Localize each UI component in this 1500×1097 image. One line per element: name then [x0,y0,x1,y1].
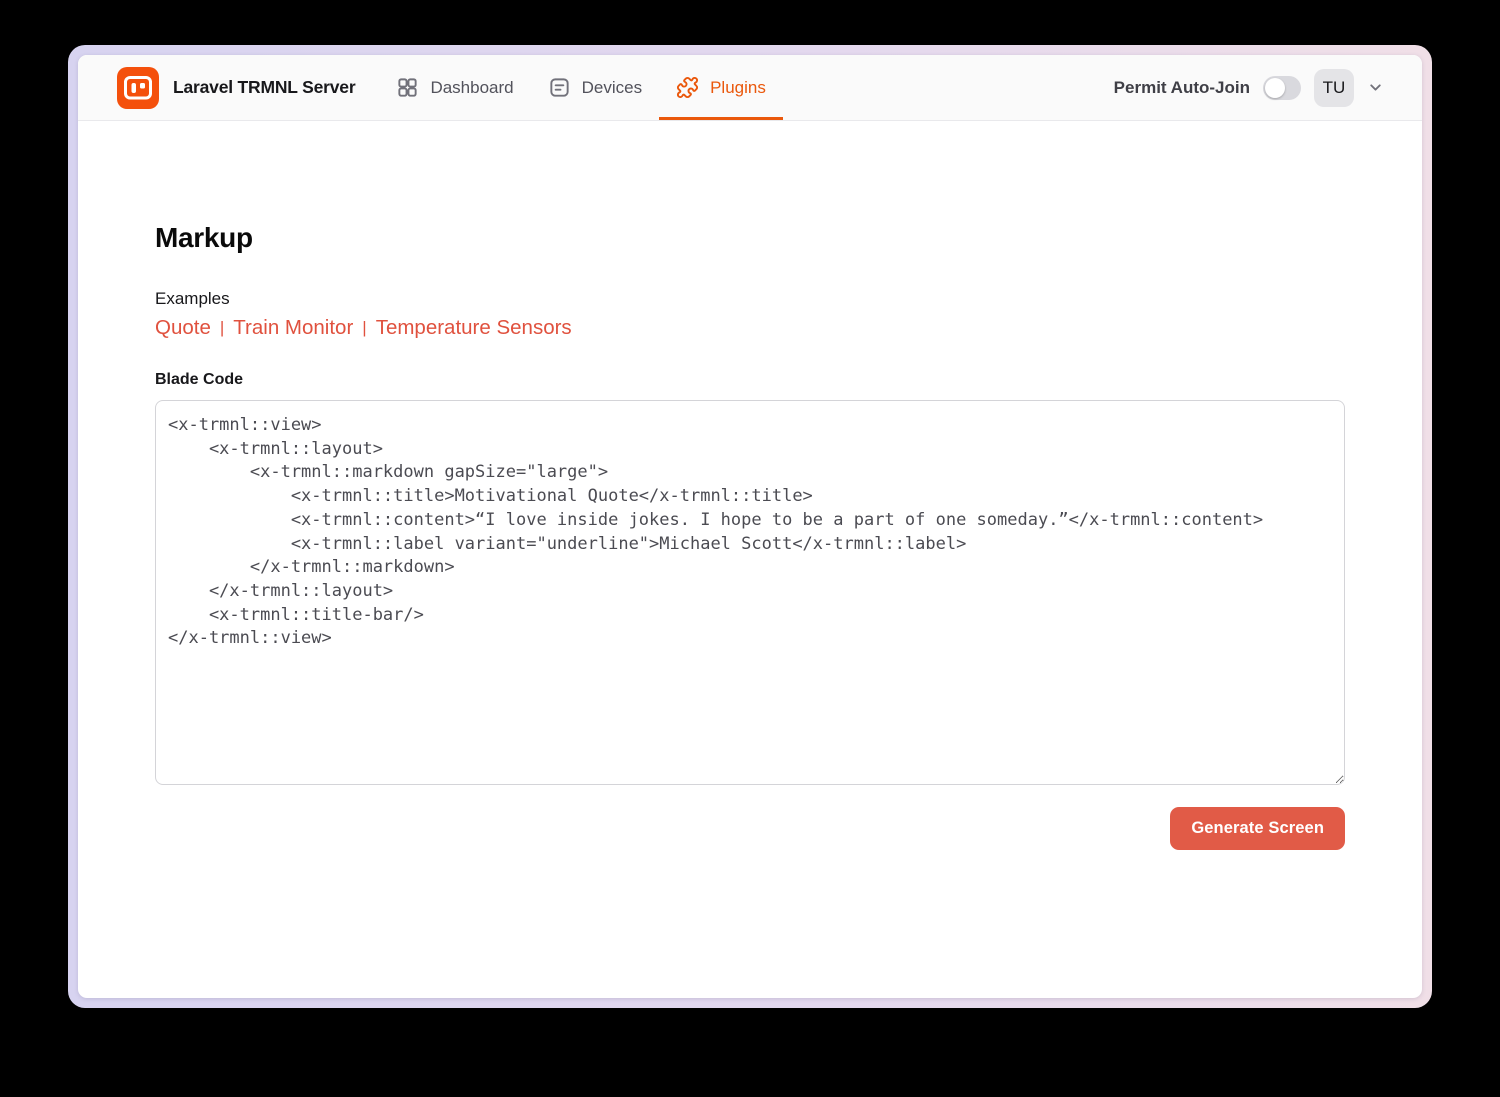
trmnl-logo-icon [117,67,159,109]
app-window-frame: Laravel TRMNL Server Dashboard [68,45,1432,1008]
nav-label: Dashboard [430,78,513,98]
devices-icon [548,76,571,99]
nav-item-devices[interactable]: Devices [531,55,659,120]
blade-code-label: Blade Code [155,371,1345,389]
link-separator: | [362,318,366,338]
example-link-train-monitor[interactable]: Train Monitor [233,316,353,340]
dashboard-grid-icon [396,76,419,99]
nav-item-plugins[interactable]: Plugins [659,55,783,120]
generate-screen-button[interactable]: Generate Screen [1170,807,1345,850]
top-navigation-bar: Laravel TRMNL Server Dashboard [78,55,1422,121]
user-avatar[interactable]: TU [1314,69,1354,107]
topbar-right: Permit Auto-Join TU [1114,55,1384,120]
examples-links: Quote | Train Monitor | Temperature Sens… [155,316,1345,340]
brand: Laravel TRMNL Server [117,55,355,120]
link-separator: | [220,318,224,338]
app-title: Laravel TRMNL Server [173,77,355,98]
toggle-knob [1265,78,1285,98]
nav-item-dashboard[interactable]: Dashboard [379,55,530,120]
permit-auto-join-toggle[interactable] [1263,76,1301,100]
main-content: Markup Examples Quote | Train Monitor | … [78,121,1422,998]
chevron-down-icon [1367,79,1384,96]
permit-auto-join-label: Permit Auto-Join [1114,78,1250,98]
app-card: Laravel TRMNL Server Dashboard [78,55,1422,998]
puzzle-icon [676,76,699,99]
example-link-quote[interactable]: Quote [155,316,211,340]
page-title: Markup [155,222,1345,254]
examples-label: Examples [155,289,1345,309]
nav-label: Devices [582,78,642,98]
example-link-temperature-sensors[interactable]: Temperature Sensors [376,316,572,340]
blade-code-textarea[interactable]: <x-trmnl::view> <x-trmnl::layout> <x-trm… [155,400,1345,785]
nav-label: Plugins [710,78,766,98]
main-nav: Dashboard Devices Plugins [379,55,782,120]
user-menu-button[interactable] [1367,79,1384,96]
button-row: Generate Screen [155,807,1345,850]
